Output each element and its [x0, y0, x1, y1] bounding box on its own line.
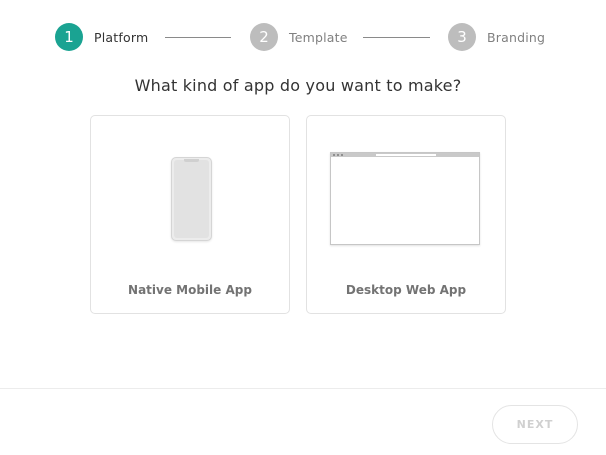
card-label: Desktop Web App	[345, 283, 467, 297]
question-heading: What kind of app do you want to make?	[134, 76, 462, 95]
step-label: Platform	[94, 29, 149, 45]
step-label: Template	[289, 29, 348, 45]
step-number-badge: 3	[448, 23, 476, 51]
step-connector	[165, 37, 231, 38]
native-mobile-app-card[interactable]: Native Mobile App	[90, 115, 290, 314]
phone-icon	[171, 157, 212, 241]
desktop-web-app-card[interactable]: Desktop Web App	[306, 115, 506, 314]
footer-divider	[0, 388, 606, 389]
step-branding[interactable]: 3 Branding	[448, 22, 545, 52]
next-button[interactable]: NEXT	[492, 405, 578, 444]
browser-window-icon	[330, 152, 480, 245]
step-connector	[363, 37, 430, 38]
step-label: Branding	[487, 29, 546, 45]
step-number-badge: 2	[250, 23, 278, 51]
card-label: Native Mobile App	[128, 283, 252, 297]
step-template[interactable]: 2 Template	[250, 22, 348, 52]
app-creation-wizard: 1 Platform 2 Template 3 Branding What ki…	[0, 0, 606, 455]
step-number-badge: 1	[55, 23, 83, 51]
step-platform[interactable]: 1 Platform	[55, 22, 148, 52]
